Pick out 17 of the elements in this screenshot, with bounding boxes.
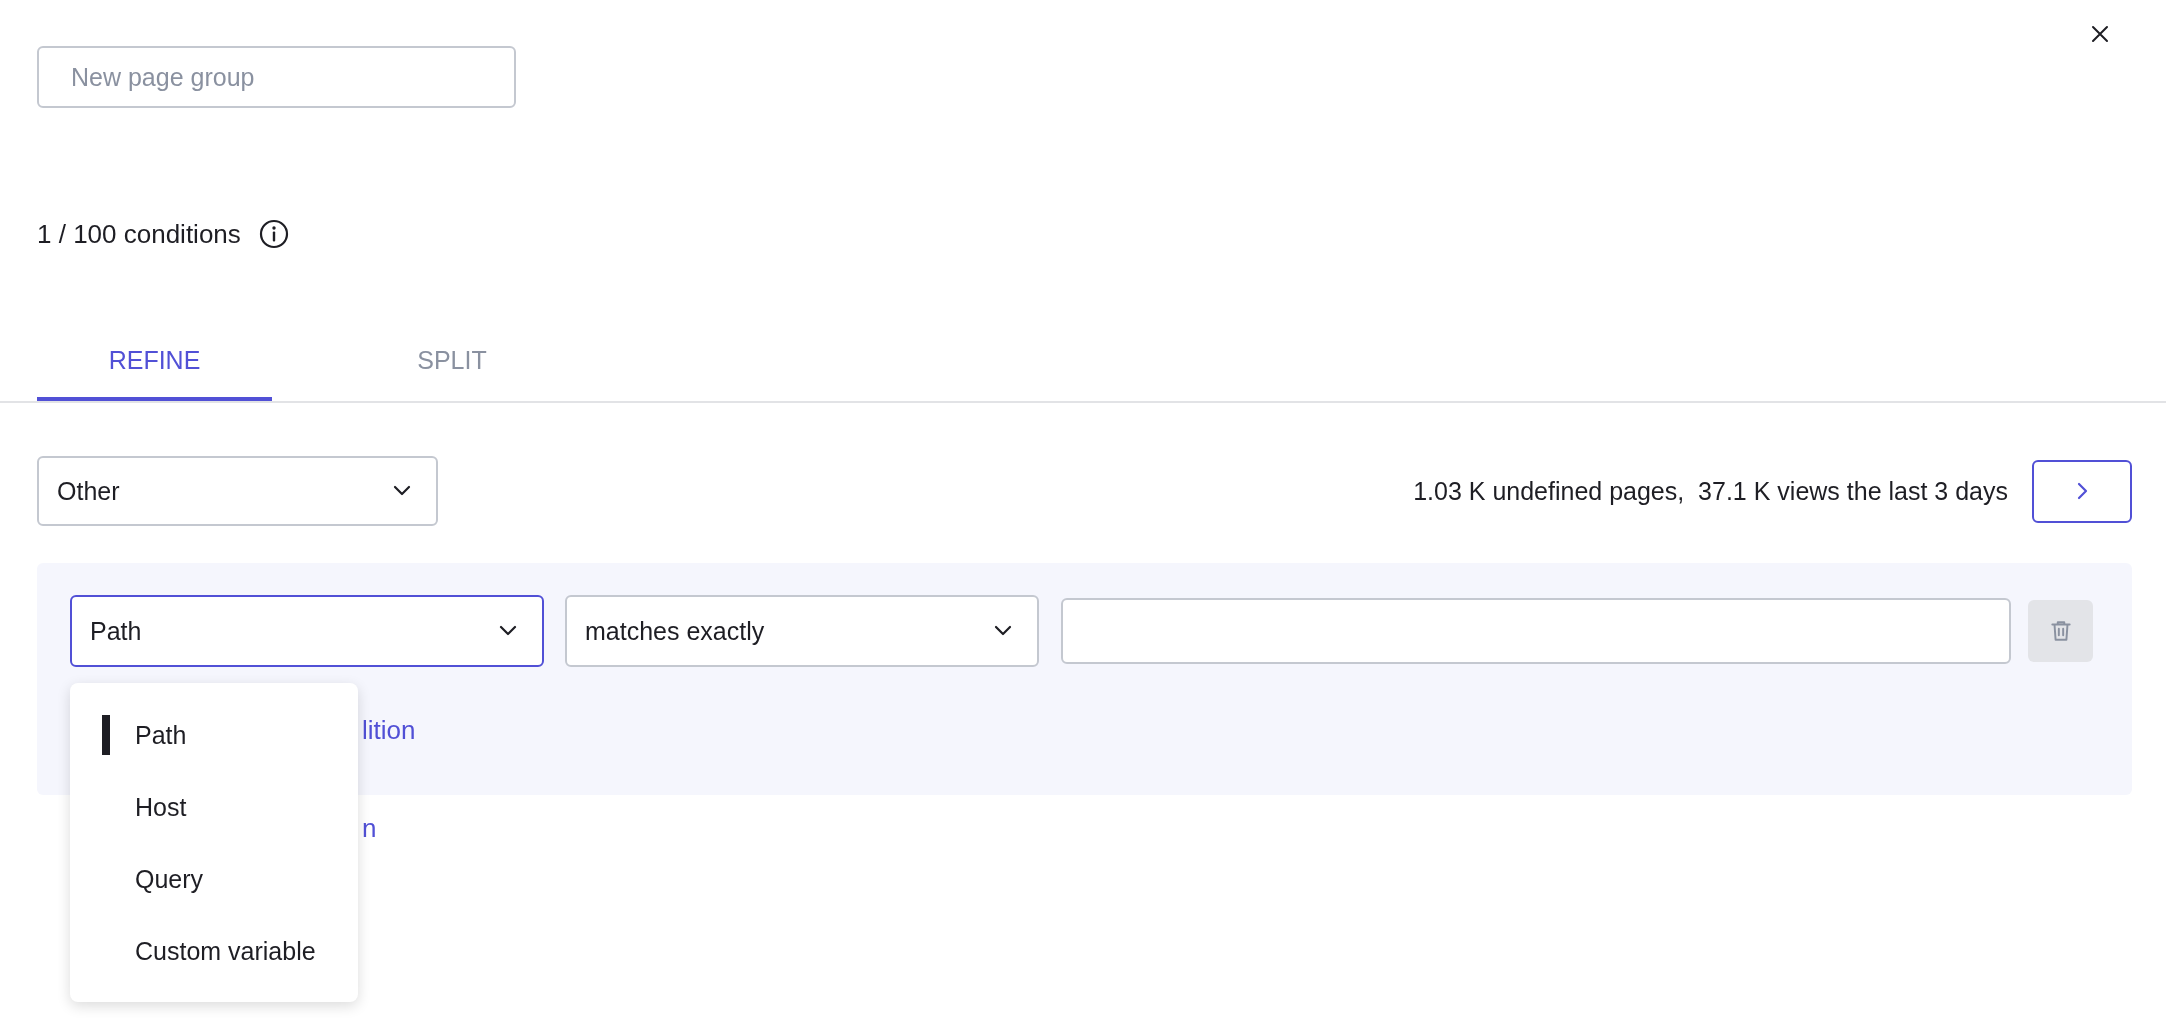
value-field[interactable] xyxy=(1061,598,2011,664)
menu-item[interactable]: Path xyxy=(70,699,358,771)
menu-item[interactable]: Host xyxy=(70,771,358,843)
conditions-count: 1 / 100 conditions xyxy=(37,218,241,250)
tab[interactable]: REFINE xyxy=(37,327,272,401)
group-name-field[interactable]: New page group xyxy=(37,46,516,108)
close-icon[interactable] xyxy=(2090,24,2110,44)
summary-text: 1.03 K undefined pages, 37.1 K views the last 3 days xyxy=(1413,476,2008,506)
operator-select[interactable]: matches exactly xyxy=(565,595,1039,667)
menu-item[interactable]: Query xyxy=(70,843,358,915)
add-group-link[interactable]: n xyxy=(362,811,377,845)
scope-select[interactable]: Other xyxy=(37,456,438,526)
menu-item[interactable]: Custom variable xyxy=(70,915,358,987)
next-button[interactable] xyxy=(2032,459,2132,523)
add-condition-link[interactable]: lition xyxy=(362,713,416,747)
info-icon[interactable] xyxy=(258,219,289,249)
field-select[interactable]: Path xyxy=(70,595,544,667)
